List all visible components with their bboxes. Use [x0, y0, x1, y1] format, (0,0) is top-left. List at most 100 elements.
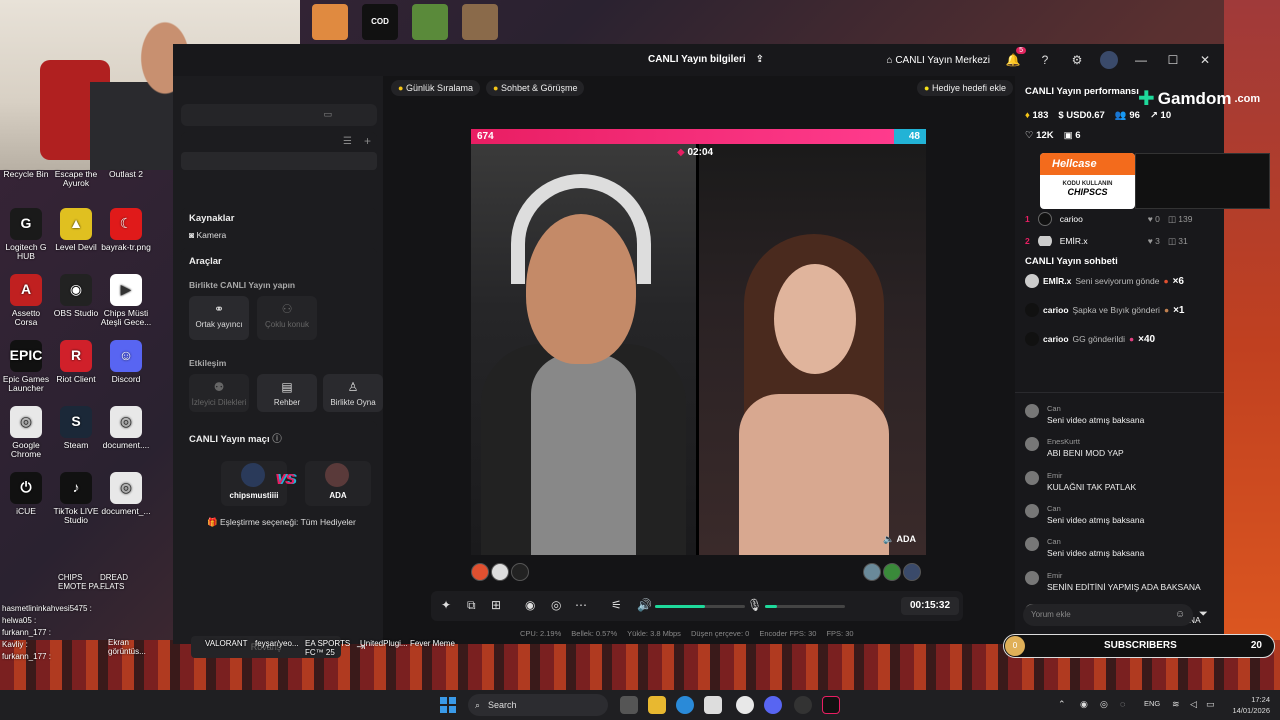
clock[interactable]: 17:24 14/01/2026: [1232, 694, 1270, 716]
desktop-bottom-label[interactable]: UnitedPlugi...: [360, 639, 412, 649]
volume-slider[interactable]: [655, 605, 745, 608]
scene-frame-icon[interactable]: ▭: [323, 109, 332, 120]
desktop-icon[interactable]: ▶ Chips Müsti Ateşli Gece...: [100, 274, 152, 328]
settings-gear-icon[interactable]: ⚙: [1068, 51, 1086, 69]
desktop-icon[interactable]: ◉ OBS Studio: [50, 274, 102, 318]
minimize-button[interactable]: —: [1132, 51, 1150, 69]
wifi-icon[interactable]: ≋: [1172, 699, 1180, 710]
live-center-button[interactable]: ⌂ CANLI Yayın Merkezi: [887, 55, 991, 66]
camera-switch-icon[interactable]: ◎: [551, 598, 561, 612]
ranking-row[interactable]: 1 carioo ♥ 0 ◫ 139: [1025, 212, 1192, 226]
audio-settings-icon[interactable]: ⚟: [611, 598, 622, 612]
gifter-avatar[interactable]: [511, 563, 529, 581]
desktop-icon[interactable]: ◎ document....: [100, 406, 152, 450]
battery-icon[interactable]: ▭: [1206, 699, 1215, 710]
scene-item[interactable]: [181, 152, 377, 170]
list-icon[interactable]: ☰: [343, 136, 352, 147]
desktop-icon[interactable]: EPIC Epic Games Launcher: [0, 340, 52, 394]
share-icon[interactable]: ⇪: [756, 54, 764, 65]
desktop-icon[interactable]: ◎ Google Chrome: [0, 406, 52, 460]
gift-goal-chip[interactable]: ● Hediye hedefi ekle: [917, 80, 1014, 96]
desktop-bottom-label[interactable]: DREAD FLATS: [100, 573, 152, 592]
gift-icon: 🎁: [207, 517, 218, 527]
desktop-bottom-label[interactable]: EA SPORTS FC™ 25: [305, 639, 357, 658]
desktop-icon[interactable]: ⏻ iCUE: [0, 472, 52, 516]
source-camera[interactable]: ◙ Kamera: [189, 230, 226, 240]
desktop-icon[interactable]: ◎ document_...: [100, 472, 152, 516]
desktop-icon[interactable]: EEscape the Ayurok: [50, 169, 102, 189]
taskbar-search[interactable]: ⌕ Search: [468, 694, 608, 716]
add-source-icon[interactable]: ⊞: [491, 598, 501, 612]
filter-icon[interactable]: ⏷: [1199, 608, 1208, 621]
discord-icon[interactable]: [764, 696, 782, 714]
ranking-row[interactable]: 2 EMİR.x ♥ 3 ◫ 31: [1025, 236, 1188, 246]
gifter-avatar[interactable]: [471, 563, 489, 581]
speaker-icon[interactable]: 🔈: [883, 534, 894, 544]
gifter-avatar[interactable]: [903, 563, 921, 581]
tray-obs-icon[interactable]: ◎: [1100, 699, 1108, 710]
desktop-icon[interactable]: ♪ TikTok LIVE Studio: [50, 472, 102, 526]
help-icon[interactable]: ?: [1036, 51, 1054, 69]
speaker-tray-icon[interactable]: ◁: [1190, 699, 1197, 710]
comment-input[interactable]: Yorum ekle: [1023, 604, 1193, 626]
desktop-icon-top-1[interactable]: [312, 4, 348, 40]
desktop-icon[interactable]: A Assetto Corsa: [0, 274, 52, 328]
title-bar: CANLI Yayın bilgileri ⇪ ⌂ CANLI Yayın Me…: [173, 44, 1224, 76]
gifts-metric: ▣ 6: [1064, 130, 1081, 141]
more-options-icon[interactable]: ⋯: [575, 598, 587, 612]
info-icon[interactable]: ⓘ: [272, 434, 282, 445]
desktop-bottom-label[interactable]: Ekran görüntüs...: [108, 638, 160, 657]
gifter-avatar[interactable]: [883, 563, 901, 581]
maximize-button[interactable]: ☐: [1164, 51, 1182, 69]
daily-ranking-chip[interactable]: ● Günlük Sıralama: [391, 80, 480, 96]
profile-avatar[interactable]: [1100, 51, 1118, 69]
desktop-icon[interactable]: ▲ Level Devil: [50, 208, 102, 252]
store-icon[interactable]: [704, 696, 722, 714]
rank-name: EMİR.x: [1059, 236, 1088, 246]
obs-icon[interactable]: [794, 696, 812, 714]
match-option[interactable]: 🎁 Eşleştirme seçeneği: Tüm Hediyeler: [207, 517, 356, 528]
tray-chevron-icon[interactable]: ⌃: [1058, 699, 1066, 710]
screen-share-icon[interactable]: ⧉: [467, 598, 476, 613]
desktop-icon[interactable]: S Steam: [50, 406, 102, 450]
viewer-wishes-button[interactable]: ⚉ İzleyici Dilekleri: [189, 374, 249, 412]
effects-wand-icon[interactable]: ✦: [441, 598, 451, 612]
gifter-avatar[interactable]: [863, 563, 881, 581]
guide-button[interactable]: ▤ Rehber: [257, 374, 317, 412]
notification-bell-icon[interactable]: 🔔 5: [1004, 47, 1026, 69]
desktop-icon-top-3[interactable]: [412, 4, 448, 40]
mic-slider[interactable]: [765, 605, 845, 608]
multi-guest-button[interactable]: ⚇ Çoklu konuk: [257, 296, 317, 340]
desktop-icon-top-4[interactable]: [462, 4, 498, 40]
tray-app-icon[interactable]: ◌: [1120, 699, 1125, 709]
desktop-icon[interactable]: OOutlast 2: [100, 169, 152, 179]
desktop-icon[interactable]: ☺ Discord: [100, 340, 152, 384]
co-host-button[interactable]: ⚭ Ortak yayıncı: [189, 296, 249, 340]
desktop-icon[interactable]: ☾ bayrak-tr.png: [100, 208, 152, 252]
record-icon[interactable]: ◉: [525, 598, 535, 612]
desktop-bottom-label[interactable]: Fever Meme: [410, 639, 462, 649]
add-scene-icon[interactable]: +: [364, 134, 371, 148]
microphone-icon[interactable]: 🎙: [747, 598, 762, 612]
tiktok-studio-icon[interactable]: [822, 696, 840, 714]
desktop-bottom-label[interactable]: feyşar/yeo...: [255, 639, 307, 649]
file-explorer-icon[interactable]: [648, 696, 666, 714]
edge-icon[interactable]: [676, 696, 694, 714]
start-button[interactable]: [440, 697, 456, 713]
tray-discord-icon[interactable]: ◉: [1080, 699, 1088, 710]
desktop-icon-call-of-duty[interactable]: COD: [362, 4, 398, 40]
play-together-button[interactable]: ♙ Birlikte Oyna: [323, 374, 383, 412]
chrome-icon[interactable]: [736, 696, 754, 714]
desktop-bottom-label[interactable]: VALORANT: [205, 639, 257, 649]
gifter-avatar[interactable]: [491, 563, 509, 581]
language-indicator[interactable]: ENG: [1144, 699, 1160, 708]
desktop-icon[interactable]: ♻Recycle Bin: [0, 169, 52, 179]
desktop-icon[interactable]: G Logitech G HUB: [0, 208, 52, 262]
desktop-icon[interactable]: R Riot Client: [50, 340, 102, 384]
viewers-metric: 👥 96: [1115, 110, 1140, 121]
close-button[interactable]: ✕: [1196, 51, 1214, 69]
chat-chip[interactable]: ● Sohbet & Görüşme: [485, 80, 585, 96]
volume-icon[interactable]: 🔊: [637, 598, 652, 612]
task-view-icon[interactable]: [620, 696, 638, 714]
emoji-icon[interactable]: ☺: [1175, 609, 1185, 620]
